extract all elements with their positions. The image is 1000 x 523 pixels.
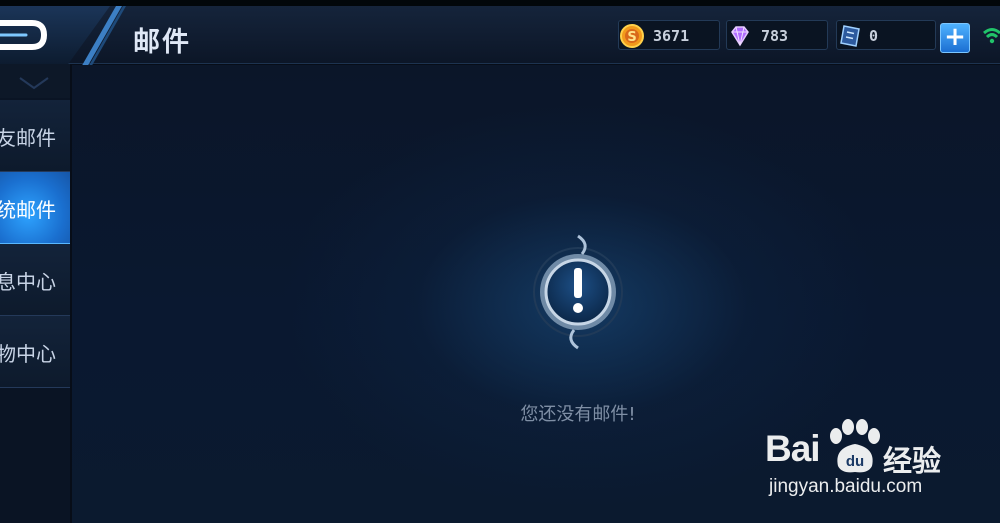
- empty-mail-message: 您还没有邮件!: [520, 404, 636, 425]
- coupon-value: 0: [869, 27, 879, 45]
- page-title: 邮件: [133, 27, 191, 58]
- baidu-paw-logo-icon: du: [830, 419, 880, 473]
- diamond-value: 783: [761, 27, 789, 45]
- purple-diamond-icon: [731, 26, 749, 47]
- sidebar-notch-decoration: [0, 64, 70, 98]
- gold-counter: S 3671: [618, 20, 720, 50]
- tab-message-center[interactable]: 息中心: [0, 244, 70, 316]
- recharge-plus-button[interactable]: +: [940, 23, 970, 53]
- header-bar: 邮件 S 3671 783 0 +: [0, 6, 1000, 76]
- baidu-jingyan-watermark: Bai du 经验 jingyan.baidu.com: [765, 418, 965, 508]
- svg-text:S: S: [627, 30, 636, 45]
- tab-gift-center[interactable]: 物中心: [0, 316, 70, 388]
- tab-gift-center-label: 物中心: [0, 342, 56, 366]
- tab-system-mail[interactable]: 统邮件: [0, 172, 70, 244]
- watermark-brand: Bai: [765, 428, 821, 469]
- diamond-counter: 783: [726, 20, 828, 50]
- back-arrow-icon: [0, 20, 48, 50]
- watermark-jingyan: 经验: [883, 444, 942, 478]
- blue-coupon-icon: [840, 25, 860, 47]
- svg-text:du: du: [846, 453, 864, 470]
- tab-message-center-label: 息中心: [0, 270, 56, 294]
- gold-coin-icon: S: [620, 24, 644, 48]
- exclamation-alert-icon: [533, 234, 623, 350]
- tab-friend-mail[interactable]: 友邮件: [0, 100, 70, 172]
- tab-system-mail-label: 统邮件: [0, 198, 56, 222]
- coupon-counter: 0: [836, 20, 936, 50]
- watermark-url: jingyan.baidu.com: [769, 476, 923, 497]
- wifi-signal-icon: [983, 28, 1000, 44]
- tab-friend-mail-label: 友邮件: [0, 126, 56, 150]
- mail-sidebar: 友邮件 统邮件 息中心 物中心: [0, 64, 70, 523]
- gold-value: 3671: [653, 27, 690, 45]
